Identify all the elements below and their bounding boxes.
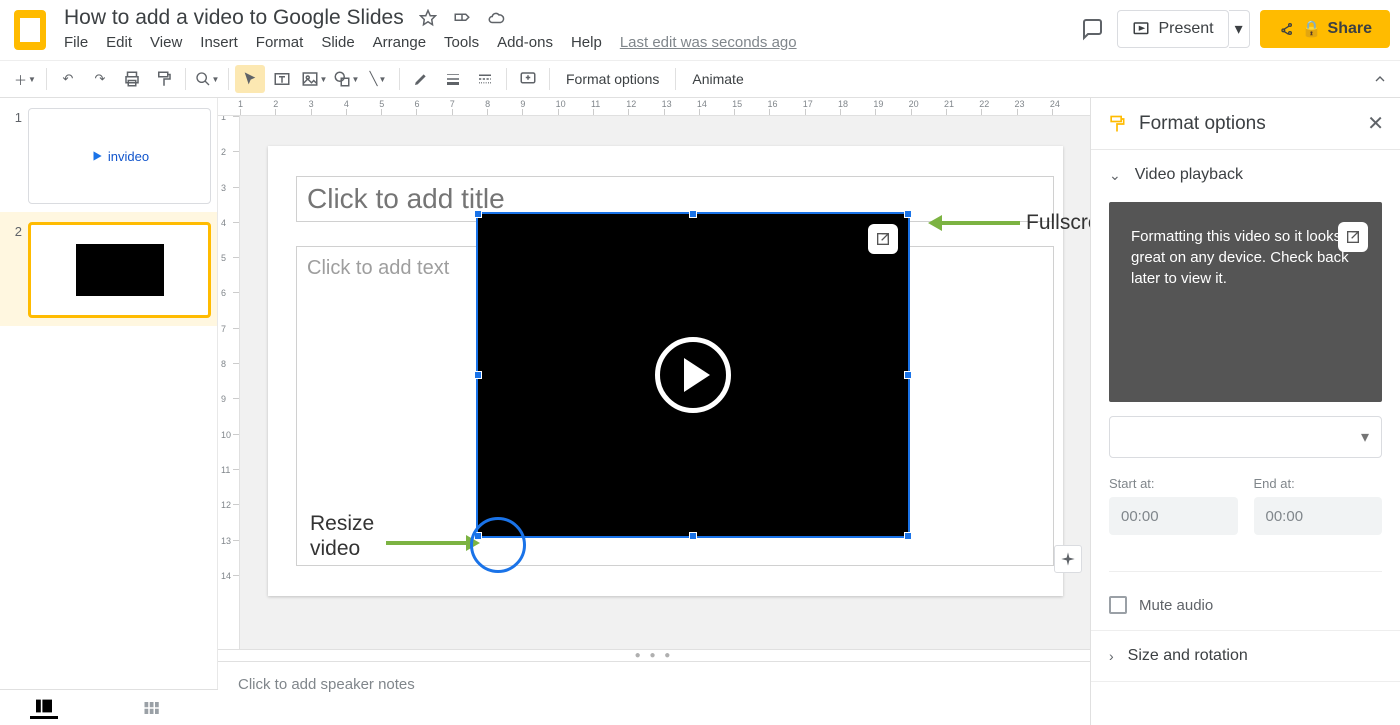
annotation-fullscreen: Fullscreen [940,211,1090,235]
video-object[interactable] [478,214,908,536]
menu-view[interactable]: View [150,34,182,51]
present-button[interactable]: Present [1117,10,1228,48]
menu-insert[interactable]: Insert [200,34,238,51]
image-tool[interactable]: ▼ [299,65,329,93]
play-icon[interactable] [655,337,731,413]
present-label: Present [1158,20,1213,38]
select-tool[interactable] [235,65,265,93]
comments-icon[interactable] [1077,14,1107,44]
zoom-button[interactable]: ▼ [192,65,222,93]
slides-logo[interactable] [10,6,50,54]
thumb-number: 1 [6,108,22,204]
line-weight-button[interactable] [438,65,468,93]
share-button[interactable]: 🔒Share [1260,10,1390,48]
pen-color-button[interactable] [406,65,436,93]
menu-tools[interactable]: Tools [444,34,479,51]
menu-help[interactable]: Help [571,34,602,51]
start-at-label: Start at: [1109,476,1238,491]
vertical-ruler: 1234567891011121314 [218,116,240,649]
thumbnail-1[interactable]: 1 invideo [0,98,217,212]
resize-handle[interactable] [904,532,912,540]
shape-tool[interactable]: ▼ [331,65,361,93]
textbox-tool[interactable] [267,65,297,93]
open-video-icon[interactable] [1338,222,1368,252]
menu-format[interactable]: Format [256,34,304,51]
menu-edit[interactable]: Edit [106,34,132,51]
playback-mode-select[interactable]: ▾ [1109,416,1382,458]
close-icon[interactable]: ✕ [1367,111,1384,136]
thumbnail-2[interactable]: 🔗 2 [0,212,217,326]
section-video-playback[interactable]: ⌄ Video playback [1109,166,1382,184]
toolbar: ＋▼ ↶ ↷ ▼ ▼ ▼ ╲▼ Format options Animate [0,60,1400,98]
resize-handle[interactable] [904,210,912,218]
notes-splitter[interactable]: ● ● ● [218,649,1090,661]
menu-addons[interactable]: Add-ons [497,34,553,51]
slide-canvas[interactable]: Click to add title Click to add text [240,116,1090,649]
star-icon[interactable] [418,8,438,28]
panel-title: Format options [1139,113,1355,135]
line-tool[interactable]: ╲▼ [363,65,393,93]
speaker-notes[interactable]: Click to add speaker notes [218,661,1090,725]
menu-file[interactable]: File [64,34,88,51]
resize-handle[interactable] [689,210,697,218]
comment-button[interactable] [513,65,543,93]
fullscreen-icon[interactable] [868,224,898,254]
menu-arrange[interactable]: Arrange [373,34,426,51]
grid-view-button[interactable] [138,697,166,719]
resize-handle[interactable] [904,371,912,379]
horizontal-ruler: 123456789101112131415161718192021222324 [218,98,1090,116]
chevron-down-icon: ⌄ [1109,167,1121,184]
last-edit-link[interactable]: Last edit was seconds ago [620,34,797,51]
redo-button[interactable]: ↷ [85,65,115,93]
end-at-input[interactable] [1254,497,1383,535]
filmstrip: 1 invideo 🔗 2 [0,98,218,725]
cloud-icon[interactable] [486,8,506,28]
format-options-panel: Format options ✕ ⌄ Video playback Format… [1090,98,1400,725]
video-preview: Formatting this video so it looks great … [1109,202,1382,402]
line-dash-button[interactable] [470,65,500,93]
explore-button[interactable] [1054,545,1082,573]
mute-audio-checkbox[interactable] [1109,596,1127,614]
end-at-label: End at: [1254,476,1383,491]
mute-audio-label: Mute audio [1139,597,1213,614]
start-at-input[interactable] [1109,497,1238,535]
resize-handle[interactable] [474,210,482,218]
print-button[interactable] [117,65,147,93]
move-icon[interactable] [452,8,472,28]
format-options-button[interactable]: Format options [556,71,669,87]
resize-handle[interactable] [474,371,482,379]
view-switcher [0,689,218,725]
chevron-right-icon: › [1109,648,1114,664]
section-size-rotation[interactable]: › Size and rotation [1109,647,1382,665]
animate-button[interactable]: Animate [682,71,753,87]
paint-format-button[interactable] [149,65,179,93]
invideo-logo: invideo [90,149,149,164]
share-label: Share [1328,20,1372,38]
undo-button[interactable]: ↶ [53,65,83,93]
new-slide-button[interactable]: ＋▼ [10,65,40,93]
collapse-toolbar-icon[interactable] [1372,71,1388,87]
resize-handle[interactable] [689,532,697,540]
menu-slide[interactable]: Slide [321,34,354,51]
document-title[interactable]: How to add a video to Google Slides [64,6,404,30]
thumb-number: 2 [6,222,22,318]
format-options-icon [1107,114,1127,134]
filmstrip-view-button[interactable] [30,697,58,719]
annotation-resize: Resizevideo [310,511,374,561]
present-dropdown[interactable]: ▾ [1229,10,1250,48]
